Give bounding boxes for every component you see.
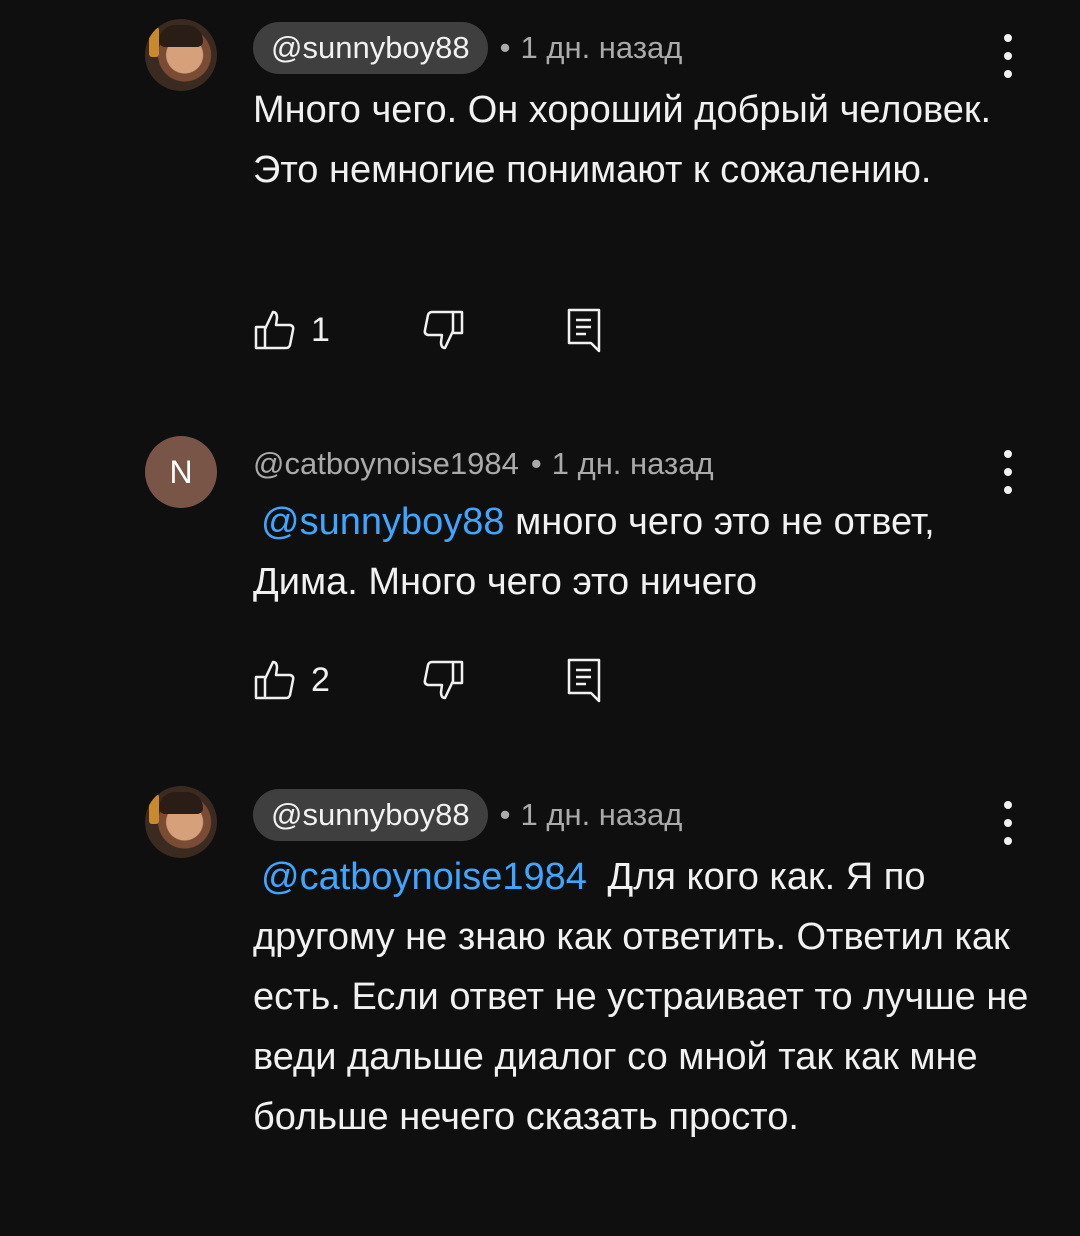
- mention-link[interactable]: @catboynoise1984: [261, 856, 587, 898]
- avatar-letter: N: [169, 453, 193, 490]
- more-options-icon[interactable]: [996, 801, 1020, 845]
- like-icon[interactable]: [253, 308, 297, 352]
- more-options-icon[interactable]: [996, 450, 1020, 494]
- timestamp: 1 дн. назад: [520, 30, 683, 65]
- reply-icon[interactable]: [565, 307, 605, 353]
- like-count: 1: [311, 310, 330, 349]
- author-name[interactable]: @catboynoise1984: [253, 446, 519, 482]
- reply-icon[interactable]: [565, 657, 605, 703]
- comment-actions: 2: [253, 655, 605, 705]
- comment-header: @sunnyboy88 • 1 дн. назад: [253, 20, 682, 76]
- separator-dot: •: [499, 30, 511, 65]
- more-options-icon[interactable]: [996, 34, 1020, 78]
- comment-header: @catboynoise1984 • 1 дн. назад: [253, 436, 714, 492]
- like-count: 2: [311, 660, 330, 699]
- timestamp: 1 дн. назад: [520, 797, 683, 832]
- comment-header: @sunnyboy88 • 1 дн. назад: [253, 787, 682, 843]
- timestamp: 1 дн. назад: [551, 446, 714, 481]
- separator-dot: •: [530, 446, 542, 481]
- avatar[interactable]: [145, 786, 217, 858]
- comment-text: @sunnyboy88 много чего это не ответ, Дим…: [253, 492, 1033, 612]
- author-name[interactable]: @sunnyboy88: [253, 22, 488, 74]
- comment-text: @catboynoise1984 Для кого как. Я по друг…: [253, 847, 1033, 1147]
- author-name[interactable]: @sunnyboy88: [253, 789, 488, 841]
- mention-link[interactable]: @sunnyboy88: [261, 501, 505, 543]
- separator-dot: •: [499, 797, 511, 832]
- avatar[interactable]: N: [145, 436, 217, 508]
- dislike-icon[interactable]: [421, 308, 465, 352]
- comment-actions: 1: [253, 305, 605, 355]
- comment-body: Для кого как. Я по другому не знаю как о…: [253, 856, 1029, 1138]
- dislike-icon[interactable]: [421, 658, 465, 702]
- avatar[interactable]: [145, 19, 217, 91]
- comment-text: Много чего. Он хороший добрый человек. Э…: [253, 89, 992, 191]
- like-icon[interactable]: [253, 658, 297, 702]
